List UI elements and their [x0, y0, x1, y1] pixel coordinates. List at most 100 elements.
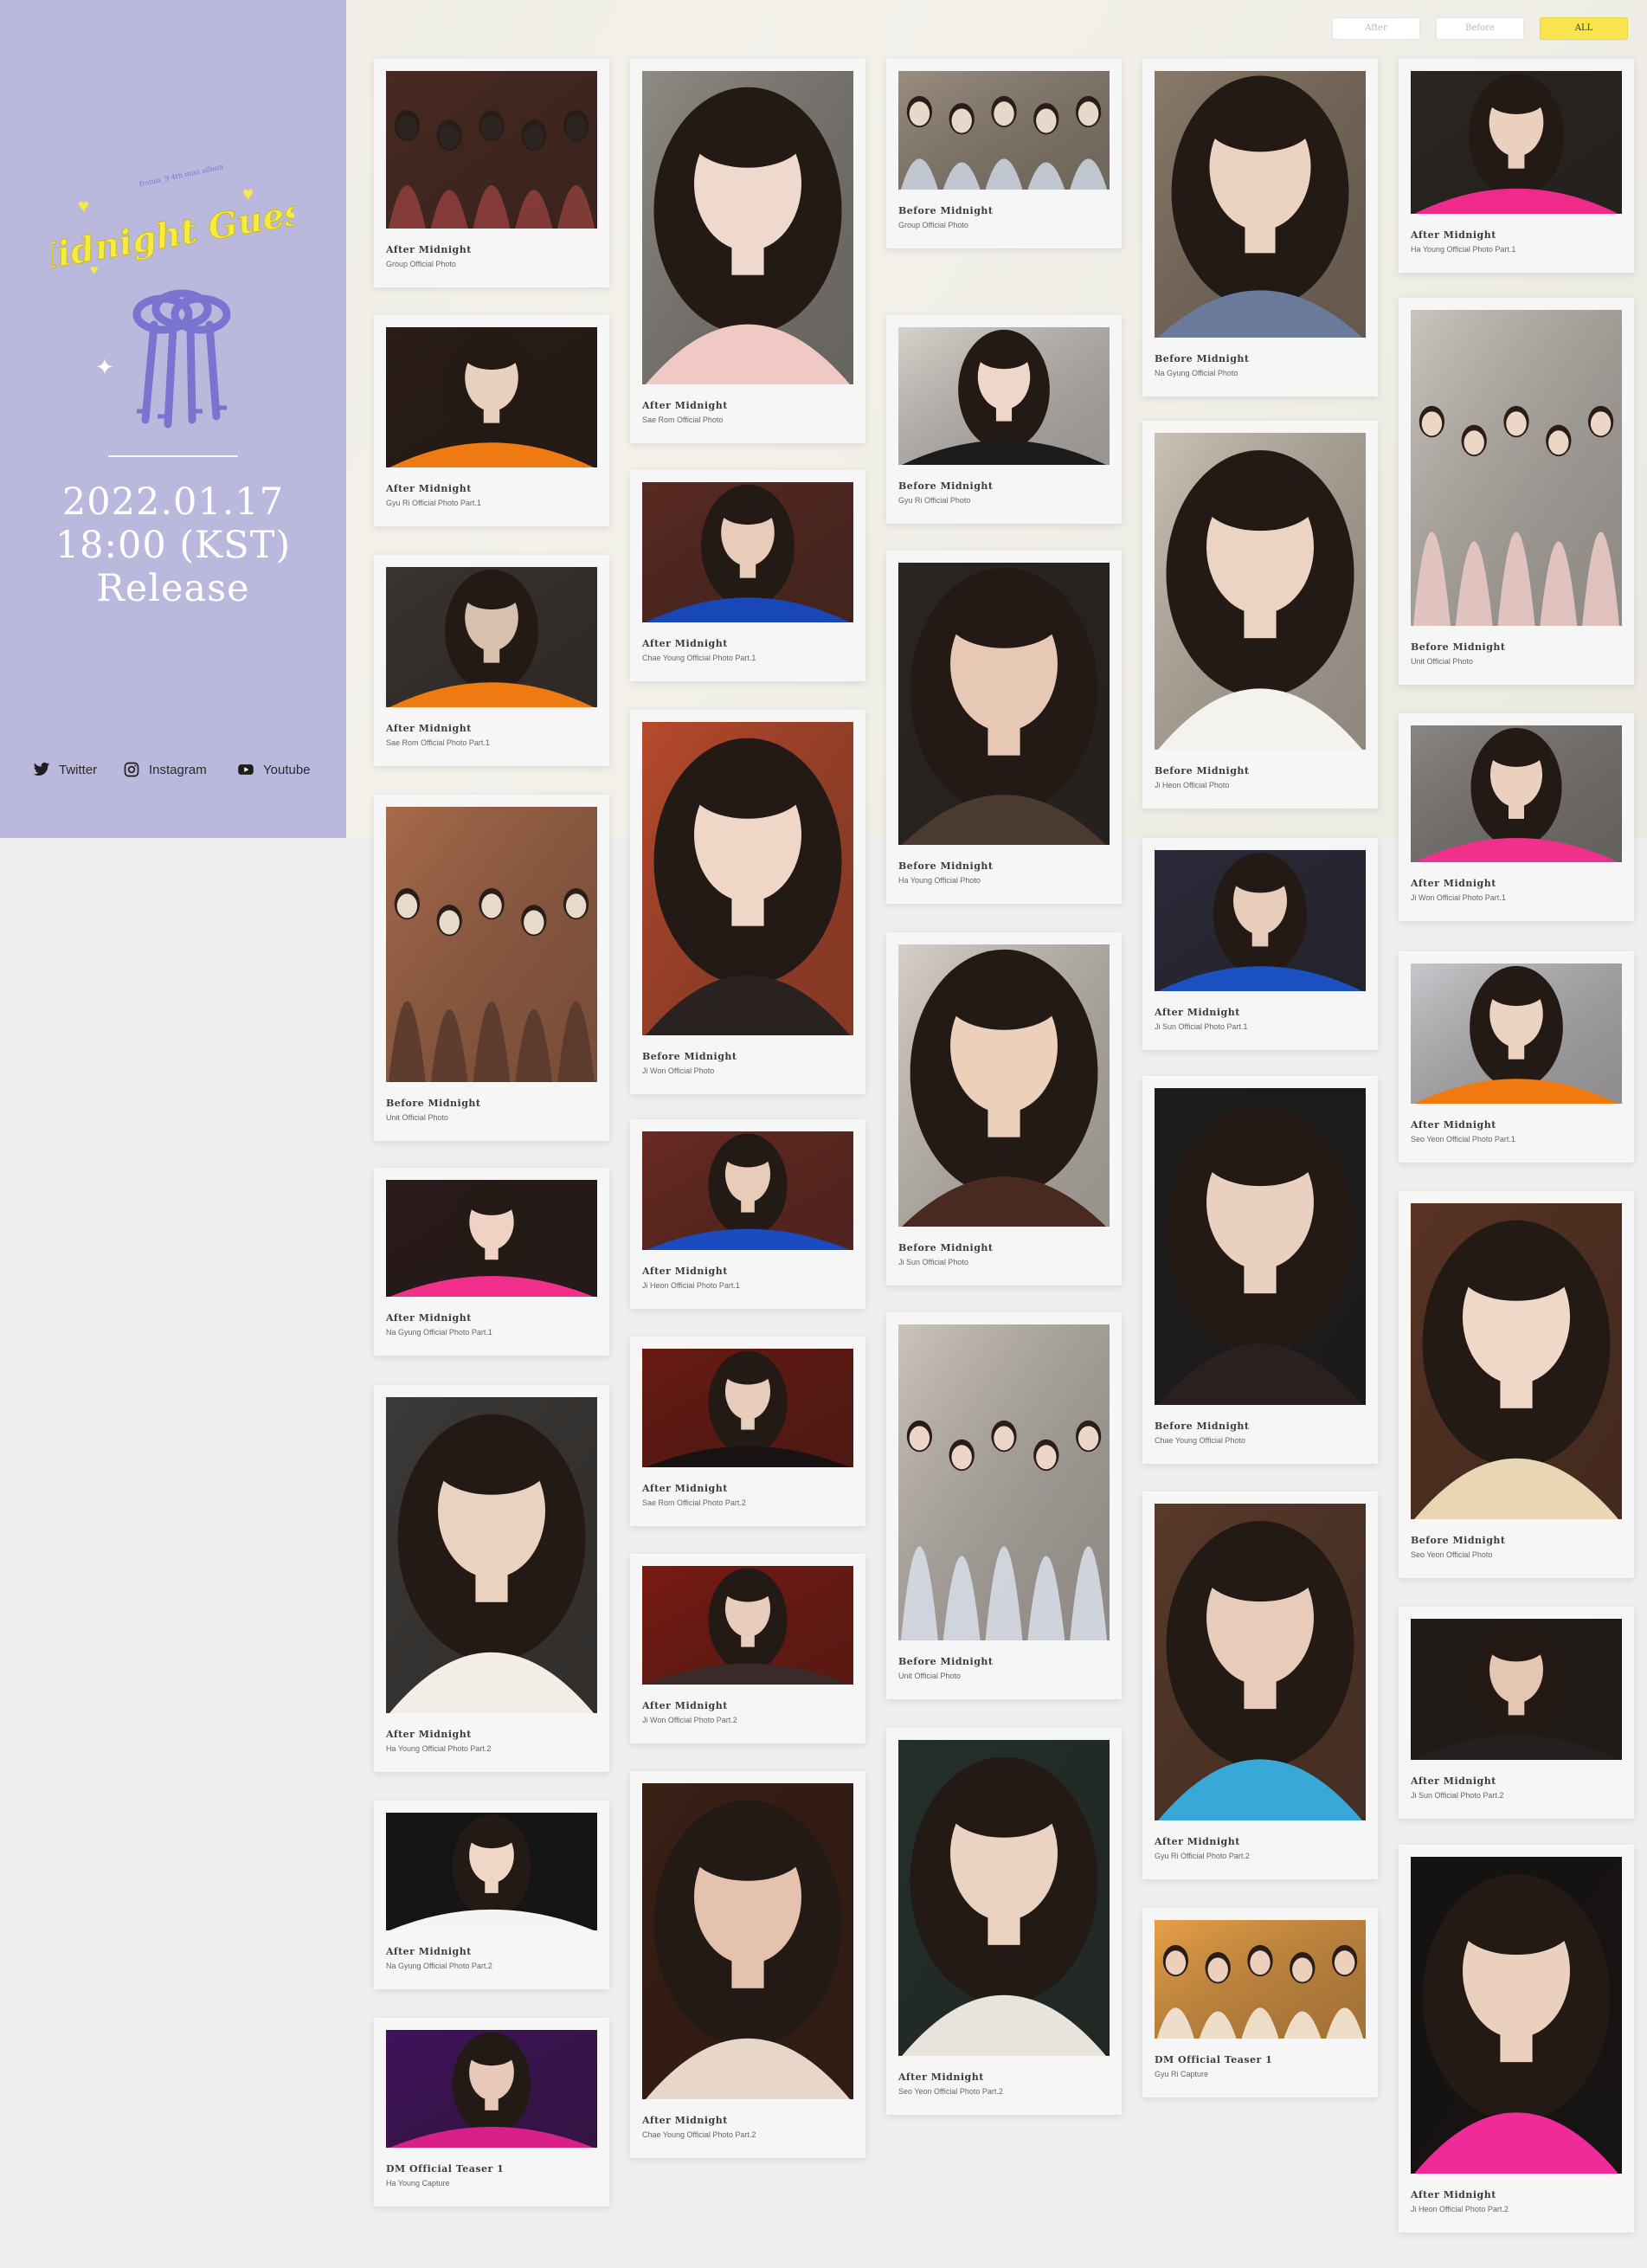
photo-card[interactable]: Before Midnight Ji Won Official Photo: [630, 710, 865, 1094]
card-photo[interactable]: [1411, 71, 1622, 214]
album-logo: fromis_9 4th mini album Midnight Guest ♥…: [14, 160, 324, 437]
card-photo[interactable]: [1155, 433, 1366, 750]
photo-card[interactable]: Before Midnight Unit Official Photo: [374, 795, 609, 1141]
photo-card[interactable]: After Midnight Seo Yeon Official Photo Pa…: [1399, 951, 1634, 1163]
card-photo[interactable]: [642, 1566, 853, 1685]
photo-card[interactable]: Before Midnight Chae Young Official Photo: [1142, 1076, 1378, 1464]
photo-card[interactable]: After Midnight Ji Heon Official Photo Par…: [1399, 1845, 1634, 2233]
photo-card[interactable]: Before Midnight Na Gyung Official Photo: [1142, 59, 1378, 396]
card-photo[interactable]: [898, 563, 1110, 845]
photo-card[interactable]: Before Midnight Ji Sun Official Photo: [886, 932, 1122, 1285]
card-title: Before Midnight: [1155, 765, 1250, 776]
card-photo[interactable]: [386, 2030, 597, 2148]
release-label: Release: [96, 567, 250, 610]
card-photo[interactable]: [1155, 850, 1366, 991]
photo-card[interactable]: After Midnight Sae Rom Official Photo Par…: [630, 1337, 865, 1526]
card-subtitle: Seo Yeon Official Photo: [1411, 1550, 1493, 1559]
instagram-link[interactable]: Instagram: [123, 758, 207, 781]
card-photo[interactable]: [1155, 1504, 1366, 1820]
photo-card[interactable]: After Midnight Ji Sun Official Photo Part…: [1399, 1607, 1634, 1819]
card-subtitle: Ji Sun Official Photo Part.1: [1155, 1022, 1248, 1031]
photo-card[interactable]: DM Official Teaser 1 Gyu Ri Capture: [1142, 1908, 1378, 2097]
card-photo[interactable]: [898, 1740, 1110, 2056]
photo-card[interactable]: Before Midnight Unit Official Photo: [1399, 298, 1634, 685]
card-photo[interactable]: [386, 1813, 597, 1930]
twitter-link[interactable]: Twitter: [33, 758, 97, 781]
card-photo[interactable]: [898, 1324, 1110, 1640]
card-photo[interactable]: [1155, 1920, 1366, 2039]
card-photo[interactable]: [1411, 1619, 1622, 1760]
twitter-icon: [33, 762, 50, 776]
card-photo[interactable]: [642, 722, 853, 1035]
photo-card[interactable]: After Midnight Ha Young Official Photo Pa…: [374, 1385, 609, 1772]
card-subtitle: Unit Official Photo: [898, 1672, 961, 1680]
svg-text:♥: ♥: [78, 195, 89, 216]
photo-card[interactable]: DM Official Teaser 1 Ha Young Capture: [374, 2018, 609, 2207]
card-photo[interactable]: [898, 327, 1110, 465]
photo-card[interactable]: After Midnight Gyu Ri Official Photo Part…: [374, 315, 609, 526]
photo-card[interactable]: After Midnight Chae Young Official Photo …: [630, 1771, 865, 2158]
photo-card[interactable]: After Midnight Ji Heon Official Photo Par…: [630, 1119, 865, 1309]
filter-after-button[interactable]: After: [1332, 17, 1420, 40]
photo-card[interactable]: After Midnight Gyu Ri Official Photo Part…: [1142, 1492, 1378, 1879]
photo-card[interactable]: After Midnight Chae Young Official Photo …: [630, 470, 865, 681]
card-title: After Midnight: [642, 1483, 728, 1494]
photo-card[interactable]: Before Midnight Seo Yeon Official Photo: [1399, 1191, 1634, 1578]
card-subtitle: Ha Young Official Photo Part.1: [1411, 245, 1516, 254]
photo-card[interactable]: After Midnight Ji Won Official Photo Part…: [630, 1554, 865, 1743]
card-photo[interactable]: [642, 1131, 853, 1250]
card-photo[interactable]: [642, 1783, 853, 2099]
youtube-link[interactable]: Youtube: [237, 758, 311, 781]
card-photo[interactable]: [642, 1349, 853, 1467]
photo-card[interactable]: After Midnight Ha Young Official Photo Pa…: [1399, 59, 1634, 273]
svg-text:✦: ✦: [95, 354, 114, 380]
card-subtitle: Ji Won Official Photo Part.1: [1411, 893, 1506, 902]
filter-before-button[interactable]: Before: [1436, 17, 1524, 40]
card-photo[interactable]: [1155, 1088, 1366, 1405]
card-subtitle: Chae Young Official Photo Part.1: [642, 654, 756, 662]
card-photo[interactable]: [1411, 310, 1622, 626]
photo-card[interactable]: After Midnight Ji Sun Official Photo Part…: [1142, 838, 1378, 1050]
card-title: Before Midnight: [898, 480, 994, 492]
photo-card[interactable]: After Midnight Seo Yeon Official Photo Pa…: [886, 1728, 1122, 2115]
card-photo[interactable]: [898, 71, 1110, 190]
photo-card[interactable]: After Midnight Sae Rom Official Photo: [630, 59, 865, 443]
card-title: After Midnight: [1411, 878, 1496, 889]
photo-card[interactable]: After Midnight Group Official Photo: [374, 59, 609, 287]
card-title: After Midnight: [1155, 1007, 1240, 1018]
photo-card[interactable]: Before Midnight Unit Official Photo: [886, 1312, 1122, 1699]
card-photo[interactable]: [386, 567, 597, 707]
card-title: After Midnight: [1411, 2189, 1496, 2200]
card-title: After Midnight: [642, 400, 728, 411]
card-photo[interactable]: [642, 71, 853, 384]
card-title: Before Midnight: [1411, 1535, 1506, 1546]
card-photo[interactable]: [386, 327, 597, 467]
card-photo[interactable]: [386, 71, 597, 229]
photo-card[interactable]: Before Midnight Ji Heon Official Photo: [1142, 421, 1378, 809]
card-subtitle: Group Official Photo: [386, 260, 456, 268]
card-photo[interactable]: [386, 807, 597, 1082]
photo-card[interactable]: After Midnight Sae Rom Official Photo Par…: [374, 555, 609, 766]
card-photo[interactable]: [1411, 1857, 1622, 2174]
card-title: After Midnight: [1411, 229, 1496, 241]
card-subtitle: Ha Young Official Photo Part.2: [386, 1744, 492, 1753]
card-photo[interactable]: [1411, 963, 1622, 1104]
photo-card[interactable]: After Midnight Na Gyung Official Photo Pa…: [374, 1801, 609, 1989]
filter-all-button[interactable]: ALL: [1540, 17, 1628, 40]
youtube-icon: [238, 764, 254, 775]
card-photo[interactable]: [386, 1397, 597, 1713]
photo-card[interactable]: Before Midnight Gyu Ri Official Photo: [886, 315, 1122, 524]
card-photo[interactable]: [386, 1180, 597, 1297]
card-title: After Midnight: [642, 638, 728, 649]
photo-card[interactable]: Before Midnight Ha Young Official Photo: [886, 551, 1122, 904]
instagram-label: Instagram: [149, 762, 207, 777]
card-photo[interactable]: [1411, 725, 1622, 862]
card-subtitle: Gyu Ri Capture: [1155, 2070, 1209, 2078]
photo-card[interactable]: Before Midnight Group Official Photo: [886, 59, 1122, 248]
card-photo[interactable]: [642, 482, 853, 622]
card-photo[interactable]: [1411, 1203, 1622, 1519]
photo-card[interactable]: After Midnight Na Gyung Official Photo Pa…: [374, 1168, 609, 1356]
card-photo[interactable]: [1155, 71, 1366, 338]
card-photo[interactable]: [898, 944, 1110, 1227]
photo-card[interactable]: After Midnight Ji Won Official Photo Part…: [1399, 713, 1634, 921]
